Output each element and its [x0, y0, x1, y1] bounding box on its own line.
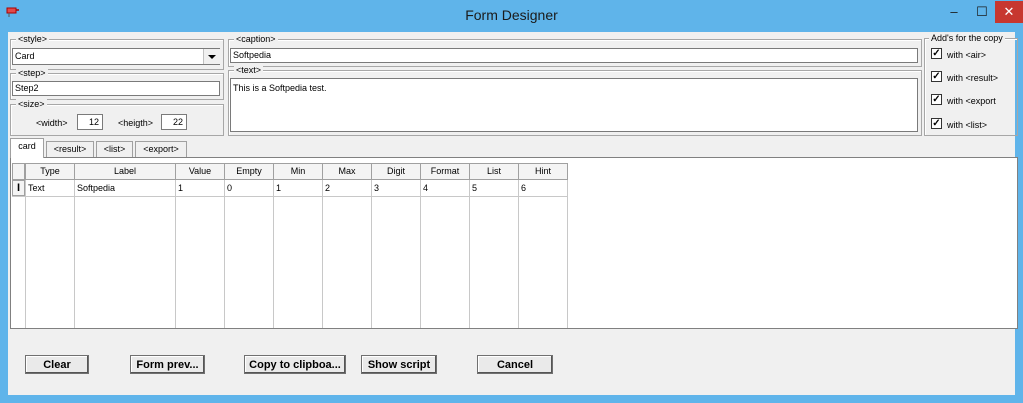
column-header-format[interactable]: Format	[420, 163, 470, 180]
text-label: <text>	[234, 65, 264, 75]
export-checkbox-label: with <export	[947, 96, 996, 106]
list-checkbox-label: with <list>	[947, 120, 988, 130]
clear-button[interactable]: Clear	[25, 355, 89, 374]
window-frame-left	[0, 32, 8, 403]
style-select[interactable]: Card	[12, 48, 220, 65]
gridline	[175, 180, 176, 328]
gridline	[567, 180, 568, 328]
tab-export[interactable]: <export>	[135, 141, 187, 157]
column-header-list[interactable]: List	[469, 163, 519, 180]
close-button[interactable]: ✕	[995, 1, 1023, 23]
table-cell-max[interactable]: 2	[322, 180, 371, 196]
gridline	[420, 180, 421, 328]
export-checkbox[interactable]: ✓	[931, 94, 942, 105]
gridline	[25, 180, 26, 328]
window-frame-bottom	[0, 395, 1023, 403]
maximize-button[interactable]: ☐	[968, 1, 996, 23]
table-cell-type[interactable]: Text	[25, 180, 74, 196]
column-header-value[interactable]: Value	[175, 163, 225, 180]
column-header-max[interactable]: Max	[322, 163, 372, 180]
table-cell-label[interactable]: Softpedia	[74, 180, 175, 196]
tab-list[interactable]: <list>	[96, 141, 133, 157]
table-cell-value[interactable]: 1	[175, 180, 224, 196]
cancel-button[interactable]: Cancel	[477, 355, 553, 374]
step-input[interactable]: Step2	[12, 81, 220, 96]
table-cell-hint[interactable]: 6	[518, 180, 567, 196]
minimize-button[interactable]: –	[940, 1, 968, 23]
result-checkbox[interactable]: ✓	[931, 71, 942, 82]
text-area[interactable]: This is a Softpedia test.	[230, 78, 918, 132]
height-input[interactable]: 22	[161, 114, 187, 130]
row-divider	[12, 196, 568, 197]
table-cell-empty[interactable]: 0	[224, 180, 273, 196]
list-checkbox[interactable]: ✓	[931, 118, 942, 129]
column-header-type[interactable]: Type	[25, 163, 75, 180]
form-preview-button[interactable]: Form prev...	[130, 355, 205, 374]
air-checkbox[interactable]: ✓	[931, 48, 942, 59]
tab-result[interactable]: <result>	[46, 141, 94, 157]
copy-to-clipboard-button[interactable]: Copy to clipboa...	[244, 355, 346, 374]
column-header-empty[interactable]: Empty	[224, 163, 274, 180]
column-header-hint[interactable]: Hint	[518, 163, 568, 180]
style-value: Card	[15, 51, 35, 61]
column-header-digit[interactable]: Digit	[371, 163, 421, 180]
column-header-min[interactable]: Min	[273, 163, 323, 180]
row-indicator-header	[12, 163, 25, 180]
dropdown-arrow-icon[interactable]	[203, 49, 220, 64]
gridline	[371, 180, 372, 328]
table-cell-min[interactable]: 1	[273, 180, 322, 196]
tab-card[interactable]: card	[10, 138, 44, 158]
air-checkbox-label: with <air>	[947, 50, 987, 60]
gridline	[322, 180, 323, 328]
size-label: <size>	[16, 99, 47, 109]
gridline	[74, 180, 75, 328]
gridline	[273, 180, 274, 328]
gridline	[224, 180, 225, 328]
step-label: <step>	[16, 68, 48, 78]
row-indicator-cursor-icon[interactable]: I	[12, 180, 25, 196]
copy-options-label: Add's for the copy	[929, 33, 1005, 43]
width-input[interactable]: 12	[77, 114, 103, 130]
gridline	[469, 180, 470, 328]
width-label: <width>	[36, 118, 68, 128]
column-header-label[interactable]: Label	[74, 163, 176, 180]
caption-label: <caption>	[234, 34, 278, 44]
style-label: <style>	[16, 34, 50, 44]
table-cell-list[interactable]: 5	[469, 180, 518, 196]
height-label: <heigth>	[118, 118, 154, 128]
show-script-button[interactable]: Show script	[361, 355, 437, 374]
table-cell-format[interactable]: 4	[420, 180, 469, 196]
gridline	[518, 180, 519, 328]
result-checkbox-label: with <result>	[947, 73, 999, 83]
table-cell-digit[interactable]: 3	[371, 180, 420, 196]
window-title: Form Designer	[465, 7, 558, 23]
caption-input[interactable]: Softpedia	[230, 48, 918, 63]
